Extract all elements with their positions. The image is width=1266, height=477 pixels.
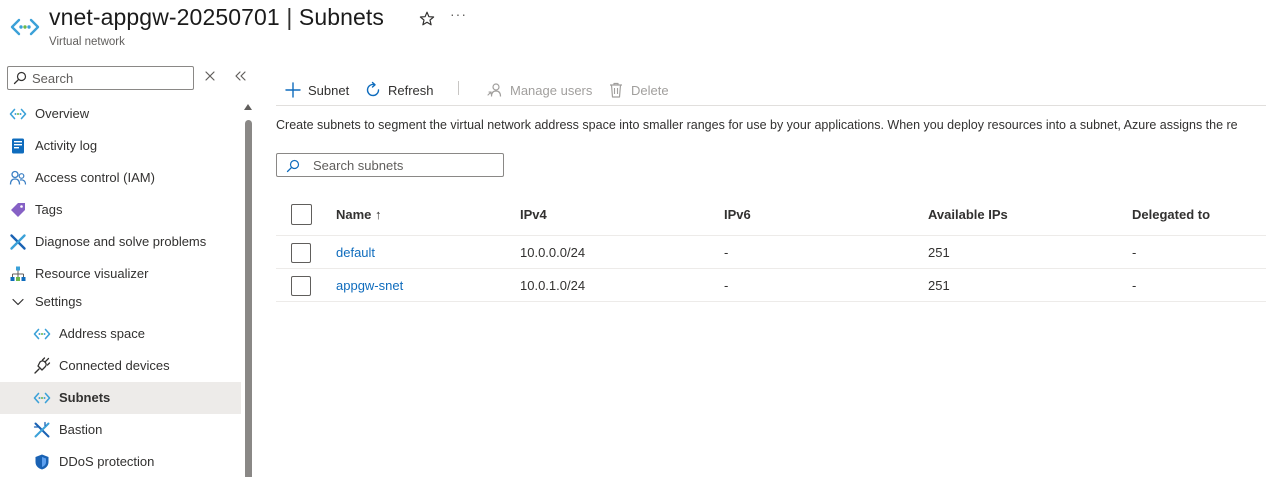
sidebar-group-settings[interactable]: Settings xyxy=(0,290,241,318)
sidebar-item-subnets[interactable]: Subnets xyxy=(0,382,241,414)
tag-icon xyxy=(11,203,25,217)
column-header-delegated-to[interactable]: Delegated to xyxy=(1132,207,1210,222)
sidebar-item-label: Diagnose and solve problems xyxy=(35,234,207,249)
table-header-row: Name ↑ IPv4 IPv6 Available IPs Delegated… xyxy=(276,196,1266,236)
sidebar-item-activity-log[interactable]: Activity log xyxy=(0,130,241,162)
wrench-icon xyxy=(10,234,26,250)
sidebar-item-label: Address space xyxy=(59,326,145,341)
page-name: Subnets xyxy=(298,4,384,30)
scroll-up-arrow-icon[interactable] xyxy=(244,104,252,110)
page-title: vnet-appgw-20250701 | Subnets xyxy=(49,4,384,31)
sidebar-search-input[interactable]: Search xyxy=(7,66,194,90)
sidebar-item-label: Activity log xyxy=(35,138,98,153)
close-icon[interactable] xyxy=(203,69,217,83)
sidebar-item-ddos-protection[interactable]: DDoS protection xyxy=(0,446,241,477)
toolbar-divider xyxy=(458,81,459,95)
column-header-ipv6[interactable]: IPv6 xyxy=(724,207,751,222)
vnet-icon xyxy=(9,108,27,120)
refresh-label: Refresh xyxy=(388,83,434,98)
sidebar-item-diagnose[interactable]: Diagnose and solve problems xyxy=(0,226,241,258)
delete-label: Delete xyxy=(631,83,669,98)
column-header-ipv4[interactable]: IPv4 xyxy=(520,207,547,222)
subnet-name-link[interactable]: default xyxy=(336,245,375,260)
delete-button[interactable]: Delete xyxy=(607,78,671,102)
row-checkbox[interactable] xyxy=(291,243,311,263)
command-bar: Subnet Refresh Manage users Delete xyxy=(276,76,1266,106)
subnet-delegated-to: - xyxy=(1132,278,1137,293)
subnets-table: Name ↑ IPv4 IPv6 Available IPs Delegated… xyxy=(276,196,1266,302)
manage-users-icon xyxy=(487,83,502,97)
sidebar-item-label: Access control (IAM) xyxy=(35,170,155,185)
search-subnets-input[interactable]: Search subnets xyxy=(276,153,504,177)
refresh-button[interactable]: Refresh xyxy=(364,78,436,102)
sidebar-item-label: Tags xyxy=(35,202,63,217)
page-header: vnet-appgw-20250701 | Subnets Virtual ne… xyxy=(0,0,1266,60)
sidebar-item-tags[interactable]: Tags xyxy=(0,194,241,226)
table-row: default 10.0.0.0/24 - 251 - xyxy=(276,236,1266,269)
vnet-icon xyxy=(33,392,51,404)
column-header-name[interactable]: Name ↑ xyxy=(336,207,382,222)
search-icon xyxy=(286,159,300,173)
main-content: Subnet Refresh Manage users Delete Creat… xyxy=(276,60,1266,477)
hierarchy-icon xyxy=(10,266,26,281)
chevron-down-icon xyxy=(12,298,24,306)
sidebar-scrollbar[interactable] xyxy=(243,100,253,477)
resource-type: Virtual network xyxy=(49,36,125,48)
sidebar-item-resource-visualizer[interactable]: Resource visualizer xyxy=(0,258,241,290)
select-all-checkbox[interactable] xyxy=(291,204,312,225)
sidebar-item-label: Subnets xyxy=(59,390,111,405)
table-row: appgw-snet 10.0.1.0/24 - 251 - xyxy=(276,269,1266,302)
add-subnet-button[interactable]: Subnet xyxy=(284,78,354,102)
sidebar-nav: Overview Activity log Access control (IA… xyxy=(0,98,241,477)
sidebar-item-label: Overview xyxy=(35,106,90,121)
manage-users-label: Manage users xyxy=(510,83,593,98)
sidebar-item-overview[interactable]: Overview xyxy=(0,98,241,130)
sidebar-item-label: Resource visualizer xyxy=(35,266,149,281)
people-icon xyxy=(9,170,27,185)
subnet-available-ips: 251 xyxy=(928,245,950,260)
activity-log-icon xyxy=(12,138,24,154)
subnet-delegated-to: - xyxy=(1132,245,1137,260)
subnet-name-link[interactable]: appgw-snet xyxy=(336,278,403,293)
column-header-available-ips[interactable]: Available IPs xyxy=(928,207,1008,222)
refresh-icon xyxy=(366,81,380,97)
subnet-ipv4: 10.0.1.0/24 xyxy=(520,278,586,293)
sidebar-item-address-space[interactable]: Address space xyxy=(0,318,241,350)
search-icon xyxy=(13,71,27,85)
vnet-icon xyxy=(33,328,51,340)
row-checkbox[interactable] xyxy=(291,276,311,296)
resource-name: vnet-appgw-20250701 xyxy=(49,4,280,30)
collapse-sidebar-icon[interactable] xyxy=(232,69,248,83)
search-subnets-placeholder: Search subnets xyxy=(313,158,404,173)
bastion-icon xyxy=(33,421,50,438)
title-separator: | xyxy=(286,4,293,30)
sidebar: Search Overview Activity log Access cont… xyxy=(0,60,256,477)
page-description: Create subnets to segment the virtual ne… xyxy=(276,118,1238,132)
sidebar-search-placeholder: Search xyxy=(32,71,74,86)
sidebar-item-connected-devices[interactable]: Connected devices xyxy=(0,350,241,382)
subnet-ipv4: 10.0.0.0/24 xyxy=(520,245,586,260)
more-options-button[interactable]: ··· xyxy=(450,6,467,22)
sidebar-item-label: Connected devices xyxy=(59,358,170,373)
sidebar-item-label: DDoS protection xyxy=(59,454,155,469)
scrollbar-thumb[interactable] xyxy=(245,120,252,477)
trash-icon xyxy=(610,82,622,98)
sidebar-item-bastion[interactable]: Bastion xyxy=(0,414,241,446)
subnet-available-ips: 251 xyxy=(928,278,950,293)
vnet-icon xyxy=(10,18,40,36)
sidebar-item-label: Settings xyxy=(35,294,82,309)
subnet-ipv6: - xyxy=(724,278,729,293)
add-subnet-label: Subnet xyxy=(308,83,350,98)
favorite-star-icon[interactable] xyxy=(418,10,436,28)
plug-icon xyxy=(34,357,51,374)
manage-users-button[interactable]: Manage users xyxy=(486,78,596,102)
plus-icon xyxy=(285,82,301,98)
sidebar-item-access-control[interactable]: Access control (IAM) xyxy=(0,162,241,194)
subnet-ipv6: - xyxy=(724,245,729,260)
shield-icon xyxy=(35,454,49,470)
sidebar-item-label: Bastion xyxy=(59,422,103,437)
